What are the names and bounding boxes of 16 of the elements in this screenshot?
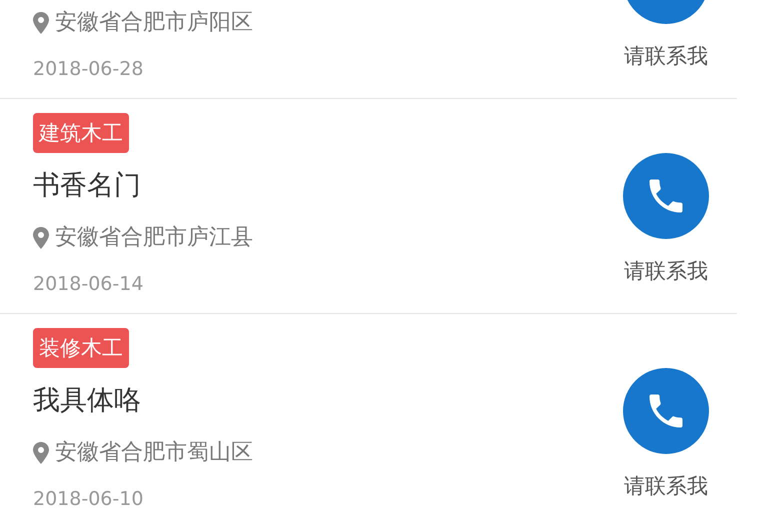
location-text: 安徽省合肥市庐江县 bbox=[55, 224, 253, 252]
contact-label: 请联系我 bbox=[624, 44, 708, 68]
category-tag: 建筑木工 bbox=[33, 113, 129, 153]
post-date: 2018-06-10 bbox=[33, 487, 144, 510]
contact-label: 请联系我 bbox=[624, 259, 708, 283]
location-pin-icon bbox=[33, 227, 49, 249]
location-text: 安徽省合肥市庐阳区 bbox=[55, 9, 253, 37]
job-title: 我具体咯 bbox=[33, 384, 141, 418]
job-title: 书香名门 bbox=[33, 169, 141, 203]
contact-label: 请联系我 bbox=[624, 474, 708, 498]
post-date: 2018-06-28 bbox=[33, 57, 144, 82]
location-text: 安徽省合肥市蜀山区 bbox=[55, 439, 253, 467]
post-date: 2018-06-14 bbox=[33, 272, 144, 297]
category-tag: 装修木工 bbox=[33, 328, 129, 368]
location-pin-icon bbox=[33, 442, 49, 464]
location-pin-icon bbox=[33, 12, 49, 34]
